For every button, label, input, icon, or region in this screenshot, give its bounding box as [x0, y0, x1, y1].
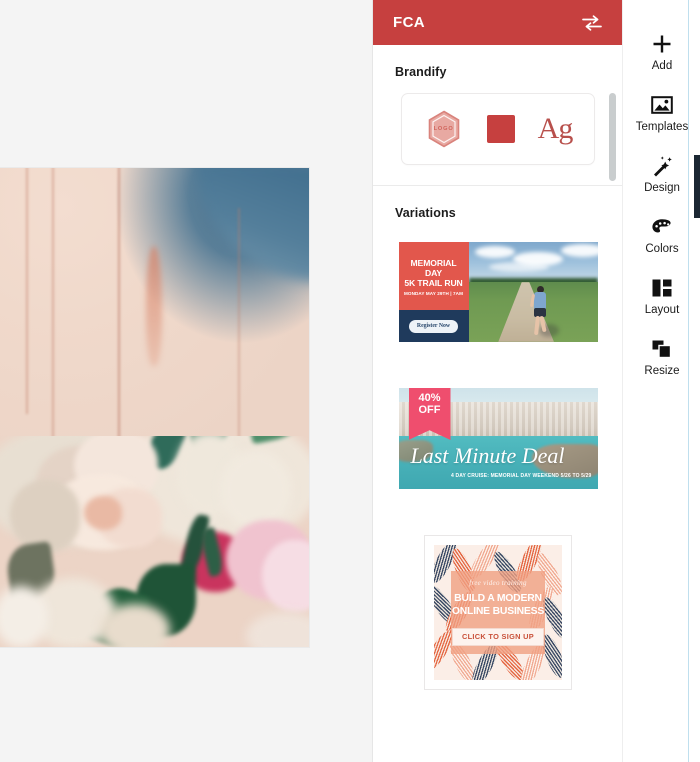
plus-icon [651, 33, 673, 55]
brandify-section-title: Brandify [395, 65, 447, 79]
image-icon [651, 94, 673, 116]
variation-card-cruise-deal[interactable]: 40% OFF Last Minute Deal 4 DAY CRUISE: M… [398, 388, 598, 489]
v3-eyebrow: free video training [469, 579, 527, 588]
v1-headline-line1: MEMORIAL DAY [410, 257, 457, 278]
swap-horizontal-icon[interactable] [580, 11, 604, 35]
logo-badge-label: LOGO [433, 126, 454, 132]
brand-color-swatch[interactable] [486, 115, 515, 143]
tool-rail: Add Templates Design Colors Layout Resiz… [622, 0, 700, 762]
window-scrollbar-thumb[interactable] [694, 155, 700, 218]
layout-columns-icon [651, 277, 673, 299]
v3-text-overlay: free video training BUILD A MODERN ONLIN… [451, 571, 545, 654]
resize-frames-icon [651, 338, 673, 360]
v2-badge-line1: 40% [418, 392, 441, 404]
panel-scrollbar-thumb[interactable] [609, 93, 616, 181]
bouquet [0, 436, 309, 647]
rail-label-colors: Colors [645, 243, 679, 255]
variation-card-trail-run[interactable]: MEMORIAL DAY 5K TRAIL RUN MONDAY MAY 29T… [398, 242, 598, 342]
v3-signup-button[interactable]: CLICK TO SIGN UP [451, 627, 544, 646]
rail-label-templates: Templates [635, 121, 689, 133]
variation-card-online-business[interactable]: free video training BUILD A MODERN ONLIN… [424, 535, 572, 690]
v1-photo [468, 242, 598, 342]
panel-body: Brandify LOGO Ag Variations MEMORIAL DAY… [373, 45, 622, 762]
brand-type-sample: Ag [537, 112, 574, 145]
rail-edge-line [688, 0, 689, 762]
v1-headline-line2: 5K TRAIL RUN [404, 278, 463, 289]
v3-headline-line1: BUILD A MODERN [454, 593, 542, 605]
rail-label-design: Design [644, 182, 680, 194]
panel-header: FCA [373, 0, 622, 45]
variations-list: MEMORIAL DAY 5K TRAIL RUN MONDAY MAY 29T… [373, 242, 622, 690]
rail-label-layout: Layout [644, 304, 680, 316]
v2-badge-line2: OFF [418, 404, 441, 416]
variations-section-title: Variations [395, 206, 456, 220]
rail-label-resize: Resize [644, 365, 680, 377]
canvas-artwork [0, 168, 309, 647]
v2-subtitle: 4 DAY CRUISE: MEMORIAL DAY WEEKEND 5/26 … [450, 473, 592, 479]
workspace [0, 0, 372, 762]
v1-register-button[interactable]: Register Now [408, 319, 459, 333]
v1-runner-figure [529, 286, 551, 338]
v3-headline-line2: ONLINE BUSINESS [451, 605, 545, 617]
palette-icon [651, 216, 673, 238]
variations-section: Variations [373, 186, 622, 220]
panel-title: FCA [393, 14, 426, 31]
side-panel: FCA Brandify LOGO Ag Variations MEMORIAL… [372, 0, 622, 762]
design-canvas[interactable] [0, 168, 309, 647]
app-root: FCA Brandify LOGO Ag Variations MEMORIAL… [0, 0, 700, 762]
logo-hexagon-icon: LOGO [424, 109, 464, 149]
brand-kit-card[interactable]: LOGO Ag [401, 93, 595, 165]
panel-scrollbar-track[interactable] [609, 45, 619, 762]
magic-wand-icon [651, 155, 673, 177]
v1-date-line: MONDAY MAY 29TH | 7AM [403, 291, 464, 297]
brandify-section: Brandify LOGO Ag [373, 45, 622, 165]
v2-headline: Last Minute Deal [410, 443, 565, 468]
rail-label-add: Add [651, 60, 673, 72]
